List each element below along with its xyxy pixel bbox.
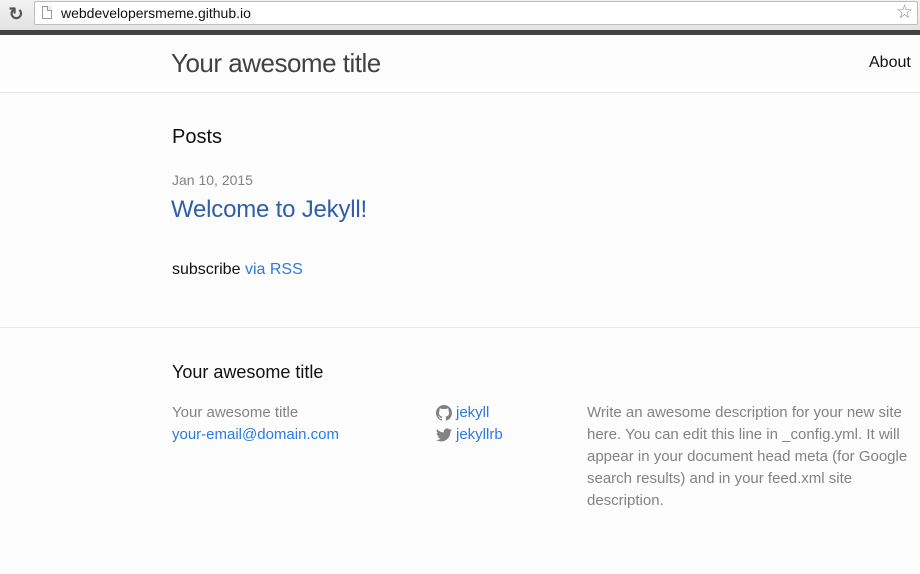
github-link[interactable]: jekyll (456, 402, 489, 424)
twitter-icon (436, 428, 452, 442)
subscribe-label: subscribe (172, 261, 241, 278)
twitter-link-row[interactable]: jekyllrb (436, 424, 503, 446)
github-icon (436, 405, 452, 421)
github-link-row[interactable]: jekyll (436, 402, 503, 424)
footer-social: jekyll jekyllrb (436, 402, 503, 446)
browser-toolbar: ↻ webdevelopersmeme.github.io ☆ (0, 0, 920, 30)
star-icon[interactable]: ☆ (896, 2, 913, 24)
footer-email-link[interactable]: your-email@domain.com (172, 426, 339, 443)
footer-heading: Your awesome title (172, 362, 324, 382)
post-title-link[interactable]: Welcome to Jekyll! (171, 196, 367, 224)
nav-about-link[interactable]: About (869, 54, 911, 72)
subscribe-line: subscribe via RSS (172, 261, 303, 279)
site-header: Your awesome title About (0, 35, 920, 93)
site-title-link[interactable]: Your awesome title (171, 48, 381, 79)
site-footer: Your awesome title Your awesome title yo… (0, 327, 920, 574)
url-text[interactable]: webdevelopersmeme.github.io (61, 5, 251, 21)
reload-icon[interactable]: ↻ (6, 4, 26, 24)
address-bar[interactable]: webdevelopersmeme.github.io ☆ (34, 1, 918, 25)
post-date: Jan 10, 2015 (172, 172, 253, 188)
site-description: Write an awesome description for your ne… (587, 404, 908, 509)
footer-site-name: Your awesome title (172, 404, 299, 421)
footer-contact: Your awesome title your-email@domain.com (172, 402, 339, 446)
twitter-link[interactable]: jekyllrb (456, 424, 503, 446)
posts-heading: Posts (172, 126, 223, 148)
rss-link[interactable]: via RSS (245, 261, 303, 278)
page-icon (42, 6, 52, 19)
